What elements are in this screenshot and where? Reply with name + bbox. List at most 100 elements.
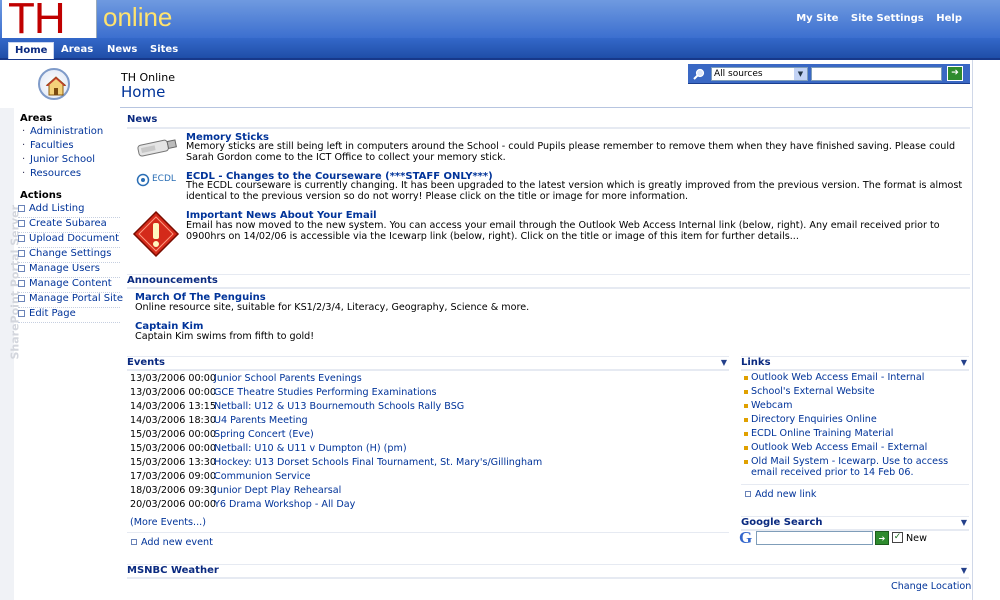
links-header: Links ▼ [741, 356, 969, 371]
action-icon [18, 219, 25, 227]
tab-bar: Home Areas News Sites [0, 38, 1000, 60]
action-upload-document[interactable]: Upload Document [18, 233, 120, 248]
chevron-down-icon: ▼ [794, 68, 807, 80]
weather-header-title[interactable]: MSNBC Weather [127, 565, 219, 576]
action-label: Edit Page [29, 308, 76, 319]
site-logo-box[interactable]: TH [2, 0, 97, 38]
tab-sites[interactable]: Sites [144, 42, 184, 58]
tab-home[interactable]: Home [8, 42, 55, 59]
event-title[interactable]: Spring Concert (Eve) [214, 429, 314, 440]
google-search-input[interactable] [756, 531, 873, 545]
google-logo-icon: G [739, 528, 753, 547]
event-title[interactable]: U4 Parents Meeting [214, 415, 308, 426]
action-add-listing[interactable]: Add Listing [18, 203, 120, 218]
action-edit-page[interactable]: Edit Page [18, 308, 120, 323]
event-title[interactable]: Hockey: U13 Dorset Schools Final Tournam… [214, 457, 542, 468]
search-input[interactable] [811, 67, 942, 81]
news-header: News [127, 114, 970, 129]
my-site-link[interactable]: My Site [796, 13, 838, 24]
google-new-window-checkbox[interactable]: ✓ [892, 532, 903, 543]
event-row: 17/03/2006 09:00Communion Service [130, 471, 311, 482]
action-manage-content[interactable]: Manage Content [18, 278, 120, 293]
page-title: Home [121, 83, 166, 101]
link-item-label: Outlook Web Access Email - External [751, 442, 928, 453]
news-header-title[interactable]: News [127, 114, 157, 125]
event-title[interactable]: Netball: U12 & U13 Bournemouth Schools R… [214, 401, 464, 412]
bullet-icon [744, 432, 748, 436]
events-divider [127, 532, 729, 533]
google-search-header-title[interactable]: Google Search [741, 517, 823, 528]
link-item-label: School's External Website [751, 386, 875, 397]
sidebar-item-faculties[interactable]: · Faculties [22, 140, 118, 151]
tab-areas[interactable]: Areas [55, 42, 99, 58]
link-item[interactable]: ECDL Online Training Material [744, 428, 970, 440]
page-right-edge [972, 60, 1000, 600]
link-item[interactable]: Outlook Web Access Email - Internal [744, 372, 970, 384]
event-title[interactable]: Junior Dept Play Rehearsal [214, 485, 341, 496]
events-header-title[interactable]: Events [127, 357, 165, 368]
site-settings-link[interactable]: Site Settings [851, 13, 924, 24]
action-label: Create Subarea [29, 218, 107, 229]
link-item[interactable]: School's External Website [744, 386, 970, 398]
bullet-icon [744, 418, 748, 422]
sidebar-item-resources[interactable]: · Resources [22, 168, 118, 179]
link-item-label: Webcam [751, 400, 793, 411]
chevron-down-icon[interactable]: ▼ [961, 566, 967, 575]
search-scope-select[interactable]: All sources ▼ [711, 67, 808, 81]
event-title[interactable]: Communion Service [214, 471, 311, 482]
bullet-icon [744, 390, 748, 394]
weather-header: MSNBC Weather ▼ [127, 564, 969, 579]
more-events-link[interactable]: (More Events...) [130, 517, 206, 528]
sidebar-item-junior-school[interactable]: · Junior School [22, 154, 118, 165]
event-row: 15/03/2006 00:00Spring Concert (Eve) [130, 429, 314, 440]
action-create-subarea[interactable]: Create Subarea [18, 218, 120, 233]
help-link[interactable]: Help [936, 13, 962, 24]
event-date: 14/03/2006 18:30 [130, 415, 216, 426]
event-date: 15/03/2006 00:00 [130, 443, 216, 454]
google-new-label: New [906, 533, 927, 544]
action-icon [18, 234, 25, 242]
event-row: 15/03/2006 13:30Hockey: U13 Dorset Schoo… [130, 457, 542, 468]
home-icon[interactable] [38, 68, 70, 100]
add-new-event-link[interactable]: Add new event [131, 537, 213, 548]
link-item[interactable]: Outlook Web Access Email - External [744, 442, 970, 454]
link-item[interactable]: Directory Enquiries Online [744, 414, 970, 426]
bullet-icon [744, 446, 748, 450]
chevron-down-icon[interactable]: ▼ [961, 518, 967, 527]
event-row: 15/03/2006 00:00Netball: U10 & U11 v Dum… [130, 443, 407, 454]
add-new-link-link[interactable]: Add new link [745, 489, 816, 500]
google-go-button[interactable]: ➔ [875, 531, 889, 545]
chevron-down-icon[interactable]: ▼ [721, 358, 727, 367]
change-location-link[interactable]: Change Location [891, 581, 971, 592]
news-item-body: The ECDL courseware is currently changin… [186, 180, 963, 202]
event-row: 14/03/2006 13:15Netball: U12 & U13 Bourn… [130, 401, 464, 412]
action-label: Manage Users [29, 263, 100, 274]
chevron-down-icon[interactable]: ▼ [961, 358, 967, 367]
actions-heading: Actions [20, 190, 62, 201]
event-row: 20/03/2006 00:00Y6 Drama Workshop - All … [130, 499, 355, 510]
sidebar-item-label: Administration [30, 126, 104, 137]
action-manage-portal-site[interactable]: Manage Portal Site [18, 293, 123, 308]
ecdl-logo[interactable]: ECDL [136, 173, 178, 187]
event-title[interactable]: Junior School Parents Evenings [214, 373, 362, 384]
memory-stick-icon[interactable] [132, 135, 180, 159]
announcements-header-title[interactable]: Announcements [127, 275, 218, 286]
links-header-title[interactable]: Links [741, 357, 771, 368]
tab-news[interactable]: News [101, 42, 143, 58]
ecdl-logo-text: ECDL [152, 174, 176, 184]
link-item[interactable]: Webcam [744, 400, 970, 412]
add-new-link-label: Add new link [755, 489, 817, 500]
warning-icon[interactable] [132, 210, 180, 258]
search-go-button[interactable]: ➔ [947, 66, 963, 81]
bullet-icon [744, 404, 748, 408]
link-item[interactable]: Old Mail System - Icewarp. Use to access… [744, 456, 970, 479]
action-change-settings[interactable]: Change Settings [18, 248, 120, 263]
add-icon [745, 491, 751, 497]
sidebar-item-administration[interactable]: · Administration [22, 126, 118, 137]
news-item-body: Email has now moved to the new system. Y… [186, 220, 940, 242]
event-title[interactable]: Y6 Drama Workshop - All Day [214, 499, 355, 510]
event-title[interactable]: GCE Theatre Studies Performing Examinati… [214, 387, 437, 398]
action-label: Upload Document [29, 233, 120, 244]
event-title[interactable]: Netball: U10 & U11 v Dumpton (H) (pm) [214, 443, 407, 454]
action-manage-users[interactable]: Manage Users [18, 263, 120, 278]
